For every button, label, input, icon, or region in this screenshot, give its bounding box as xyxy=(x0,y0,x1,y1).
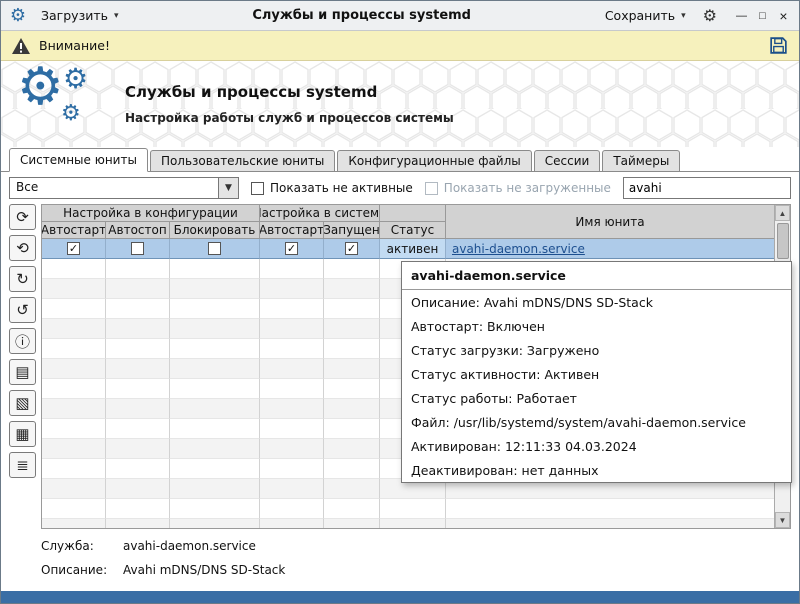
tab-user-units[interactable]: Пользовательские юниты xyxy=(150,150,335,172)
tab-bar: Системные юниты Пользовательские юниты К… xyxy=(1,147,799,172)
tooltip-deactivated: Деактивирован: нет данных xyxy=(402,458,791,482)
search-input[interactable] xyxy=(623,177,791,199)
unit-list-button[interactable]: ≣ xyxy=(9,452,36,478)
description-value: Avahi mDNS/DNS SD-Stack xyxy=(123,563,285,577)
column-header-autostart-config[interactable]: Автостарт xyxy=(42,222,106,239)
app-gear-icon: ⚙ xyxy=(7,5,29,27)
description-label: Описание: xyxy=(41,563,123,577)
table-row[interactable] xyxy=(42,499,774,519)
load-menu-button[interactable]: Загрузить ▾ xyxy=(35,4,125,27)
tooltip-run-status: Статус работы: Работает xyxy=(402,386,791,410)
column-header-unit-name[interactable]: Имя юнита xyxy=(446,205,774,239)
chevron-down-icon: ▾ xyxy=(681,11,686,21)
table-row-avahi[interactable]: активен avahi-daemon.service xyxy=(42,239,774,259)
minimize-button[interactable]: — xyxy=(732,6,751,25)
service-row: Служба: avahi-daemon.service xyxy=(41,539,791,553)
column-header-autostart-system[interactable]: Автостарт xyxy=(260,222,324,239)
unit-name-link[interactable]: avahi-daemon.service xyxy=(452,242,585,256)
restart-unit-button[interactable]: ↻ xyxy=(9,266,36,292)
unit-console-button[interactable]: ▦ xyxy=(9,421,36,447)
autostart-config-checkbox[interactable] xyxy=(67,242,80,255)
revert-unit-button[interactable]: ↺ xyxy=(9,297,36,323)
app-logo-gears-icon: ⚙⚙⚙ xyxy=(17,67,109,141)
show-unloaded-label: Показать не загруженные xyxy=(444,181,611,195)
checkbox-box xyxy=(425,182,438,195)
close-button[interactable]: × xyxy=(774,6,793,25)
group-header-system: Настройка в системе xyxy=(260,205,380,222)
autostart-system-checkbox[interactable] xyxy=(285,242,298,255)
column-header-running[interactable]: Запущен xyxy=(324,222,380,239)
filter-row: Все ▼ Показать не активные Показать не з… xyxy=(1,172,799,204)
tooltip-title: avahi-daemon.service xyxy=(402,262,791,290)
show-inactive-checkbox[interactable]: Показать не активные xyxy=(251,181,413,195)
warning-text: Внимание! xyxy=(39,38,110,53)
checkbox-box[interactable] xyxy=(251,182,264,195)
show-unloaded-checkbox: Показать не загруженные xyxy=(425,181,611,195)
unit-journal-button[interactable]: ▤ xyxy=(9,359,36,385)
scrollbar-thumb[interactable] xyxy=(777,223,789,259)
column-header-status[interactable]: Статус xyxy=(380,222,446,239)
scroll-up-icon[interactable]: ▲ xyxy=(775,205,790,221)
side-toolbar: ⟳ ⟲ ↻ ↺ ⓘ ▤ ▧ ▦ ≣ xyxy=(9,204,37,529)
tab-sessions[interactable]: Сессии xyxy=(534,150,601,172)
maximize-button[interactable]: □ xyxy=(753,6,772,25)
autostop-checkbox[interactable] xyxy=(131,242,144,255)
app-header: ⚙⚙⚙ Службы и процессы systemd Настройка … xyxy=(1,61,799,147)
page-title: Службы и процессы systemd xyxy=(125,83,454,101)
description-row: Описание: Avahi mDNS/DNS SD-Stack xyxy=(41,563,791,577)
chevron-down-icon: ▾ xyxy=(114,11,119,21)
warning-triangle-icon xyxy=(11,37,31,55)
settings-gear-button[interactable]: ⚙ xyxy=(698,4,722,28)
tab-config-files[interactable]: Конфигурационные файлы xyxy=(337,150,531,172)
save-file-icon[interactable] xyxy=(768,35,789,56)
running-checkbox[interactable] xyxy=(345,242,358,255)
service-label: Служба: xyxy=(41,539,123,553)
chevron-down-icon[interactable]: ▼ xyxy=(218,178,238,198)
header-text: Службы и процессы systemd Настройка рабо… xyxy=(125,83,454,125)
tab-timers[interactable]: Таймеры xyxy=(602,150,680,172)
unit-file-button[interactable]: ▧ xyxy=(9,390,36,416)
tooltip-description: Описание: Avahi mDNS/DNS SD-Stack xyxy=(402,290,791,314)
load-menu-label: Загрузить xyxy=(41,8,108,23)
group-header-status-spacer xyxy=(380,205,446,222)
save-menu-button[interactable]: Сохранить ▾ xyxy=(599,4,692,27)
window-title: Службы и процессы systemd xyxy=(131,8,593,23)
tooltip-activated: Активирован: 12:11:33 04.03.2024 xyxy=(402,434,791,458)
unit-filter-dropdown[interactable]: Все ▼ xyxy=(9,177,239,199)
tooltip-autostart: Автостарт: Включен xyxy=(402,314,791,338)
unit-info-tooltip: avahi-daemon.service Описание: Avahi mDN… xyxy=(401,261,792,483)
tooltip-load-status: Статус загрузки: Загружено xyxy=(402,338,791,362)
page-subtitle: Настройка работы служб и процессов систе… xyxy=(125,111,454,125)
reload-daemon-button[interactable]: ⟲ xyxy=(9,235,36,261)
detail-footer: Служба: avahi-daemon.service Описание: A… xyxy=(1,529,799,591)
block-checkbox[interactable] xyxy=(208,242,221,255)
status-badge: активен xyxy=(380,239,446,259)
app-window: ⚙ Загрузить ▾ Службы и процессы systemd … xyxy=(0,0,800,604)
table-header: Настройка в конфигурации Настройка в сис… xyxy=(42,205,774,239)
unit-filter-value: Все xyxy=(10,178,218,198)
service-value: avahi-daemon.service xyxy=(123,539,256,553)
column-header-autostop[interactable]: Автостоп xyxy=(106,222,170,239)
refresh-button[interactable]: ⟳ xyxy=(9,204,36,230)
window-controls: — □ × xyxy=(732,6,793,25)
bottom-status-strip xyxy=(1,591,799,603)
tooltip-file-path: Файл: /usr/lib/systemd/system/avahi-daem… xyxy=(402,410,791,434)
tab-system-units[interactable]: Системные юниты xyxy=(9,148,148,172)
unit-info-button[interactable]: ⓘ xyxy=(9,328,36,354)
save-menu-label: Сохранить xyxy=(605,8,675,23)
scroll-down-icon[interactable]: ▼ xyxy=(775,512,790,528)
group-header-config: Настройка в конфигурации xyxy=(42,205,260,222)
tooltip-active-status: Статус активности: Активен xyxy=(402,362,791,386)
warning-bar: Внимание! xyxy=(1,31,799,61)
title-bar: ⚙ Загрузить ▾ Службы и процессы systemd … xyxy=(1,1,799,31)
show-inactive-label: Показать не активные xyxy=(270,181,413,195)
table-row[interactable] xyxy=(42,519,774,528)
column-header-block[interactable]: Блокировать xyxy=(170,222,260,239)
